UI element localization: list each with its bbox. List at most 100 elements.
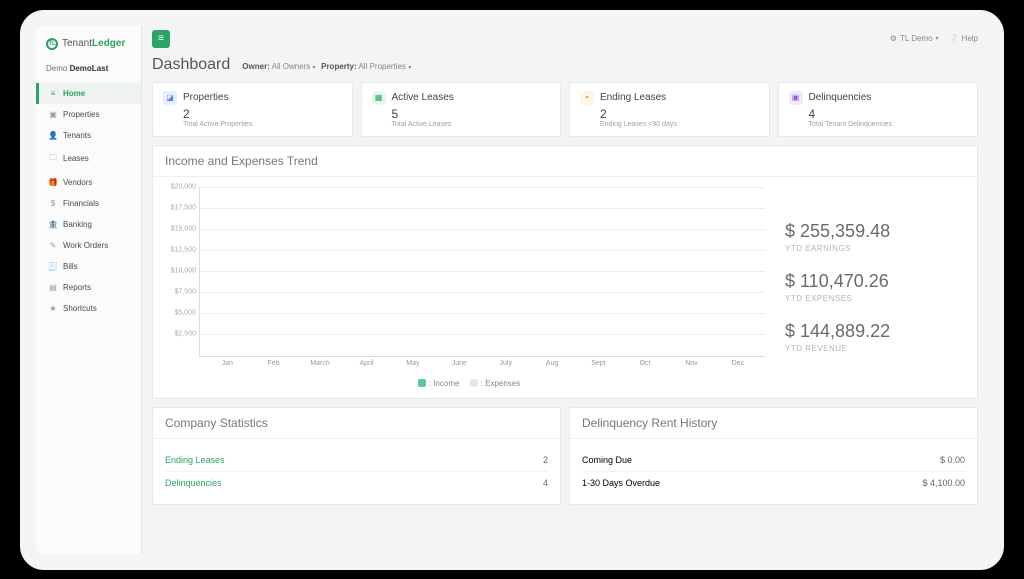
sidebar-item-properties[interactable]: ▣Properties	[36, 104, 141, 125]
ytd-stat: $ 110,470.26 YTD EXPENSES	[785, 271, 965, 303]
sidebar-item-label: Bills	[63, 262, 78, 271]
chart-plot: JanFebMarchAprilMayJuneJulyAugSeptOctNov…	[199, 187, 765, 357]
sidebar-item-vendors[interactable]: 🎁 Vendors	[36, 172, 141, 193]
card-title: Ending Leases	[600, 92, 666, 103]
laptop-frame: TL TenantLedger Demo DemoLast ≡ Home ▣Prop…	[20, 10, 1004, 570]
ytd-stat: $ 144,889.22 YTD REVENUE	[785, 321, 965, 353]
sidebar-item-label: Home	[63, 89, 85, 98]
stat-value: $ 144,889.22	[785, 321, 965, 342]
card-properties[interactable]: ◪Properties2Total Active Properties	[152, 82, 353, 137]
sidebar-item-tenants[interactable]: 👤Tenants	[36, 125, 141, 146]
y-tick-label: $20,000	[164, 183, 196, 190]
content: Dashboard Owner: All Owners ▾ Property: …	[142, 56, 988, 515]
stat-value: 2	[543, 455, 548, 465]
work-orders-icon: ✎	[49, 241, 57, 250]
chevron-down-icon: ▾	[936, 35, 939, 42]
sidebar-item-label: Shortcuts	[63, 304, 97, 313]
x-tick-label: Nov	[668, 360, 714, 367]
page-head: Dashboard Owner: All Owners ▾ Property: …	[152, 56, 978, 74]
card-icon: ▦	[372, 91, 386, 105]
stat-key[interactable]: Delinquencies	[165, 478, 222, 488]
sidebar-item-home[interactable]: ≡ Home	[36, 83, 141, 104]
ytd-stat: $ 255,359.48 YTD EARNINGS	[785, 221, 965, 253]
card-subtitle: Total Active Leases	[372, 121, 551, 128]
filter-property[interactable]: Property: All Properties ▾	[321, 62, 411, 71]
x-tick-label: June	[436, 360, 482, 367]
legend-swatch-expense	[470, 379, 478, 387]
x-tick-label: Feb	[250, 360, 296, 367]
card-title: Properties	[183, 92, 229, 103]
sidebar-item-shortcuts[interactable]: ★ Shortcuts	[36, 298, 141, 319]
card-ending-leases[interactable]: ◓Ending Leases2Ending Leases <90 days	[569, 82, 770, 137]
card-delinquencies[interactable]: ▣Delinquencies4Total Tenant Delinquencie…	[778, 82, 979, 137]
stat-label: YTD EARNINGS	[785, 244, 965, 253]
stat-label: YTD EXPENSES	[785, 294, 965, 303]
x-tick-label: Dec	[715, 360, 761, 367]
sidebar-item-label: Vendors	[63, 178, 92, 187]
chart-panel: Income and Expenses Trend JanFebMarchApr…	[152, 145, 978, 399]
card-icon: ◪	[163, 91, 177, 105]
brand-word2: Ledger	[92, 38, 125, 49]
card-value: 4	[789, 107, 968, 121]
sidebar-item-leases[interactable]: 🗀 Leases	[36, 146, 141, 172]
y-tick-label: $7,500	[164, 289, 196, 296]
sidebar-item-label: Financials	[63, 199, 99, 208]
brand-word1: Tenant	[62, 38, 92, 49]
sidebar-item-reports[interactable]: ▤Reports	[36, 277, 141, 298]
stat-value: 4	[543, 478, 548, 488]
company-stat-row: Delinquencies 4	[165, 472, 548, 494]
row-key: Coming Due	[582, 455, 632, 465]
sidebar-item-label: Reports	[63, 283, 91, 292]
filter-owner[interactable]: Owner: All Owners ▾	[242, 62, 315, 71]
sidebar-item-work-orders[interactable]: ✎Work Orders	[36, 235, 141, 256]
summary-cards: ◪Properties2Total Active Properties▦Acti…	[152, 82, 978, 137]
delinquency-row: 1-30 Days Overdue$ 4,100.00	[582, 472, 965, 494]
sidebar-item-banking[interactable]: 🏦Banking	[36, 214, 141, 235]
y-tick-label: $17,500	[164, 204, 196, 211]
home-icon: ≡	[49, 89, 57, 98]
card-active-leases[interactable]: ▦ Active Leases 5Total Active Leases	[361, 82, 562, 137]
y-tick-label: $5,000	[164, 310, 196, 317]
topbar-right: ⚙ TL Demo ▾ ❔ Help	[890, 34, 978, 43]
bills-icon: 🧾	[49, 262, 57, 271]
menu-toggle-button[interactable]: ≡	[152, 30, 170, 48]
help-link[interactable]: ❔ Help	[949, 34, 978, 43]
bottom-panels: Company Statistics Ending Leases 2 Delinqu…	[152, 407, 978, 505]
banking-icon: 🏦	[49, 220, 57, 229]
delinquency-panel: Delinquency Rent History Coming Due $ 0.0…	[569, 407, 978, 505]
x-tick-label: July	[483, 360, 529, 367]
sidebar-item-financials[interactable]: $Financials	[36, 193, 141, 214]
shortcuts-icon: ★	[49, 304, 57, 313]
income-expense-chart: JanFebMarchAprilMayJuneJulyAugSeptOctNov…	[165, 187, 765, 388]
card-icon: ◓	[580, 91, 594, 105]
x-tick-label: April	[343, 360, 389, 367]
stat-key[interactable]: Ending Leases	[165, 455, 225, 465]
card-subtitle: Total Tenant Delinquencies	[789, 121, 968, 128]
main: ≡ ⚙ TL Demo ▾ ❔ Help Dashboard Own	[142, 26, 988, 554]
x-tick-label: May	[390, 360, 436, 367]
y-tick-label: $15,000	[164, 225, 196, 232]
chart-panel-title: Income and Expenses Trend	[153, 146, 977, 177]
vendors-icon: 🎁	[49, 178, 57, 187]
sidebar-item-label: Leases	[63, 154, 89, 163]
sidebar-item-bills[interactable]: 🧾 Bills	[36, 256, 141, 277]
row-value: $ 4,100.00	[922, 478, 965, 488]
current-user: Demo DemoLast	[36, 60, 141, 83]
sidebar: TL TenantLedger Demo DemoLast ≡ Home ▣Prop…	[36, 26, 142, 554]
brand-logo-icon: TL	[46, 38, 58, 50]
company-stats-title: Company Statistics	[153, 408, 560, 439]
card-title: Active Leases	[392, 92, 454, 103]
leases-icon: 🗀	[49, 152, 57, 166]
stat-value: $ 110,470.26	[785, 271, 965, 292]
page-filters: Owner: All Owners ▾ Property: All Proper…	[242, 61, 417, 72]
user-menu[interactable]: ⚙ TL Demo ▾	[890, 34, 939, 43]
stat-value: $ 255,359.48	[785, 221, 965, 242]
delinquency-title: Delinquency Rent History	[570, 408, 977, 439]
stat-label: YTD REVENUE	[785, 344, 965, 353]
brand-text: TenantLedger	[62, 38, 125, 49]
brand: TL TenantLedger	[36, 32, 141, 60]
delinquency-row: Coming Due $ 0.00	[582, 449, 965, 472]
row-value: $ 0.00	[940, 455, 965, 465]
card-value: 5	[372, 107, 551, 121]
gear-icon: ⚙	[890, 34, 897, 43]
